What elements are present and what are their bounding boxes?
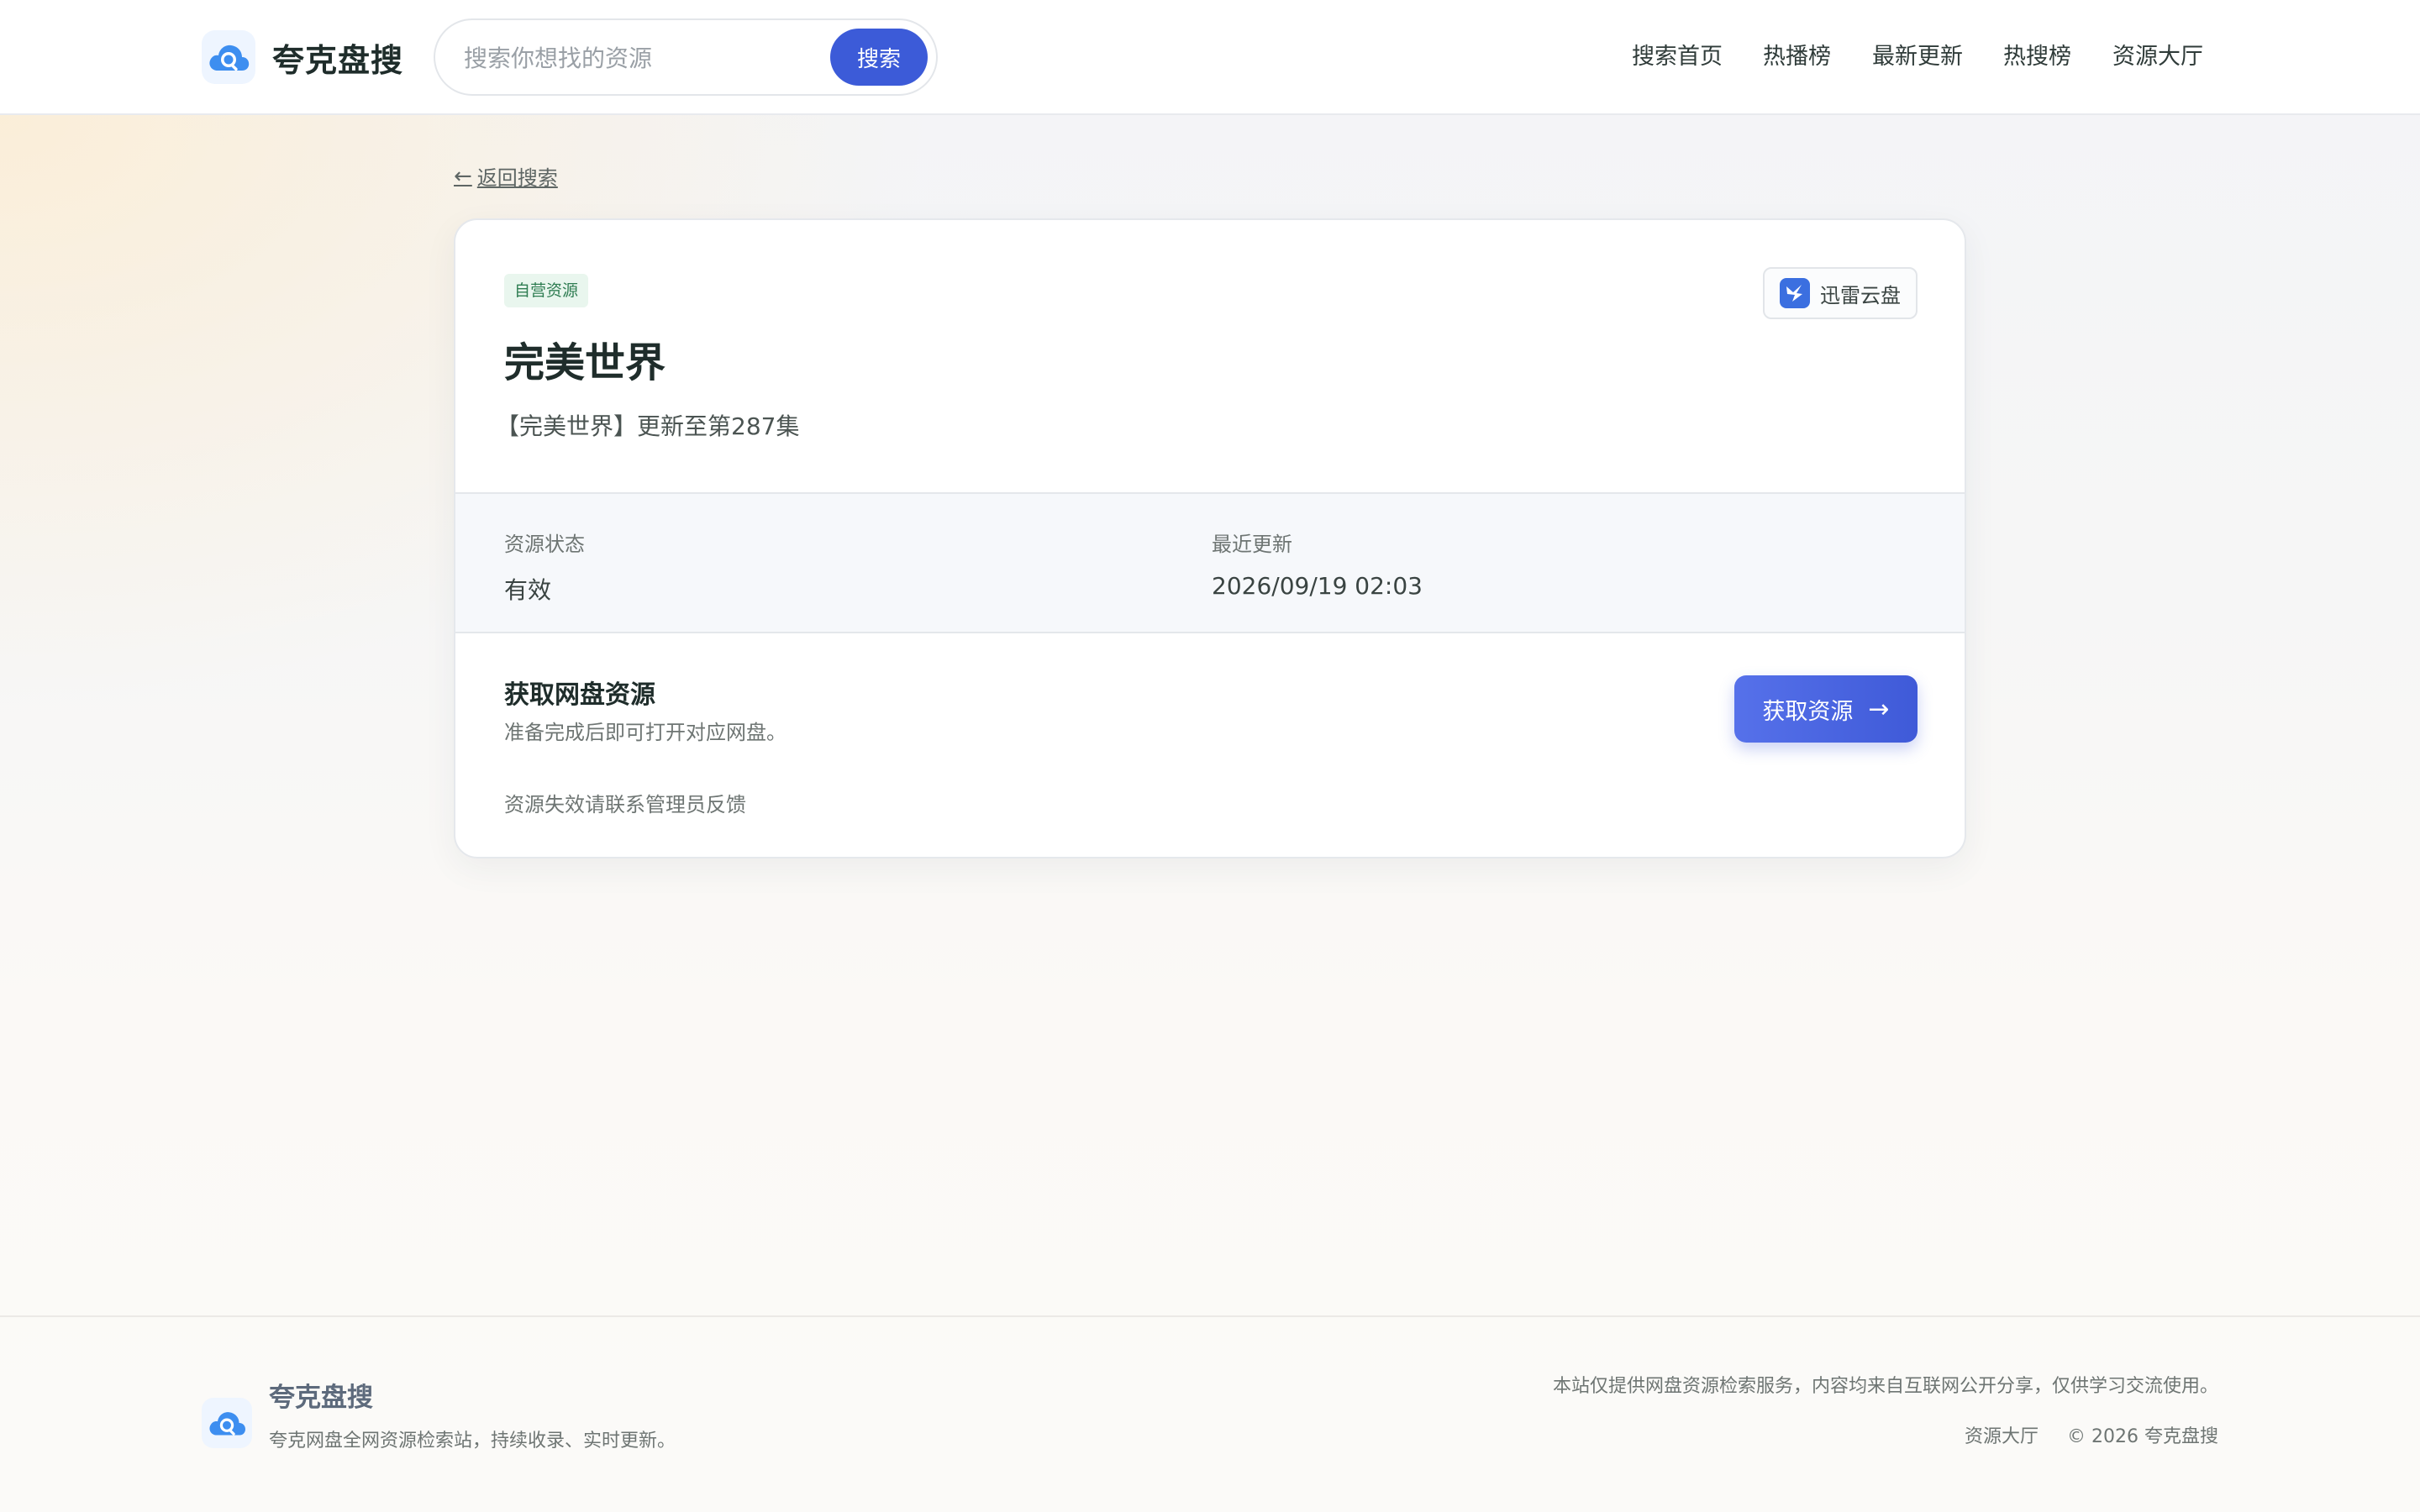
updated-label: 最近更新 — [1212, 533, 1292, 556]
resource-tag: 自营资源 — [504, 274, 589, 307]
cloud-search-icon — [202, 1398, 252, 1448]
footer-right: 本站仅提供网盘资源检索服务，内容均来自互联网公开分享，仅供学习交流使用。 资源大… — [1553, 1371, 2218, 1448]
provider-badge: 迅雷云盘 — [1763, 267, 1918, 319]
nav-resource-hall[interactable]: 资源大厅 — [2112, 39, 2203, 76]
cloud-search-icon — [202, 30, 255, 84]
get-resource-title: 获取网盘资源 — [504, 680, 655, 710]
search-box: 搜索 — [434, 18, 938, 96]
status-value: 有效 — [504, 576, 552, 604]
back-to-search-link[interactable]: ← 返回搜索 — [454, 161, 558, 191]
footer-brand-name: 夸克盘搜 — [269, 1383, 373, 1413]
footer-copyright: © 2026 夸克盘搜 — [2067, 1426, 2218, 1447]
footer-notice: 本站仅提供网盘资源检索服务，内容均来自互联网公开分享，仅供学习交流使用。 — [1552, 1376, 2218, 1397]
get-resource-button-label: 获取资源 — [1762, 698, 1854, 725]
nav-hot-search[interactable]: 热搜榜 — [2003, 39, 2071, 76]
resource-card: 自营资源 迅雷云盘 完美世界 【完美世界】更新至第287集 资源状态 有效 最近… — [454, 218, 1966, 858]
nav-search-home[interactable]: 搜索首页 — [1632, 39, 1723, 76]
provider-name: 迅雷云盘 — [1820, 283, 1901, 307]
nav-latest-updates[interactable]: 最新更新 — [1872, 39, 1963, 76]
footer-brand: 夸克盘搜 夸克网盘全网资源检索站，持续收录、实时更新。 — [202, 1376, 676, 1452]
resource-meta: 资源状态 有效 最近更新 2026/09/19 02:03 — [455, 492, 1965, 633]
meta-updated: 最近更新 2026/09/19 02:03 — [1212, 528, 1423, 600]
search-input[interactable] — [464, 37, 800, 79]
get-resource-description: 准备完成后即可打开对应网盘。 — [504, 721, 786, 744]
arrow-right-icon: → — [1868, 694, 1890, 724]
search-button[interactable]: 搜索 — [830, 29, 928, 86]
status-label: 资源状态 — [504, 533, 585, 556]
get-resource-button[interactable]: 获取资源 → — [1734, 675, 1918, 743]
brand[interactable]: 夸克盘搜 — [202, 30, 403, 84]
resource-title: 完美世界 — [504, 339, 666, 386]
page-footer: 夸克盘搜 夸克网盘全网资源检索站，持续收录、实时更新。 本站仅提供网盘资源检索服… — [0, 1315, 2420, 1512]
back-link-label: 返回搜索 — [476, 166, 558, 190]
thunder-bird-icon — [1780, 278, 1810, 308]
footer-description: 夸克网盘全网资源检索站，持续收录、实时更新。 — [269, 1431, 676, 1452]
brand-name: 夸克盘搜 — [272, 41, 404, 79]
top-header: 夸克盘搜 搜索 搜索首页 热播榜 最新更新 热搜榜 资源大厅 — [0, 0, 2420, 115]
footer-links: 资源大厅 © 2026 夸克盘搜 — [1553, 1421, 2218, 1448]
nav-hot-play[interactable]: 热播榜 — [1763, 39, 1831, 76]
updated-value: 2026/09/19 02:03 — [1212, 572, 1423, 600]
arrow-left-icon: ← — [454, 163, 472, 189]
footer-link-resource-hall[interactable]: 资源大厅 — [1965, 1421, 2039, 1448]
meta-status: 资源状态 有效 — [504, 528, 585, 606]
resource-subtitle: 【完美世界】更新至第287集 — [496, 412, 800, 440]
report-invalid-text: 资源失效请联系管理员反馈 — [504, 793, 746, 816]
